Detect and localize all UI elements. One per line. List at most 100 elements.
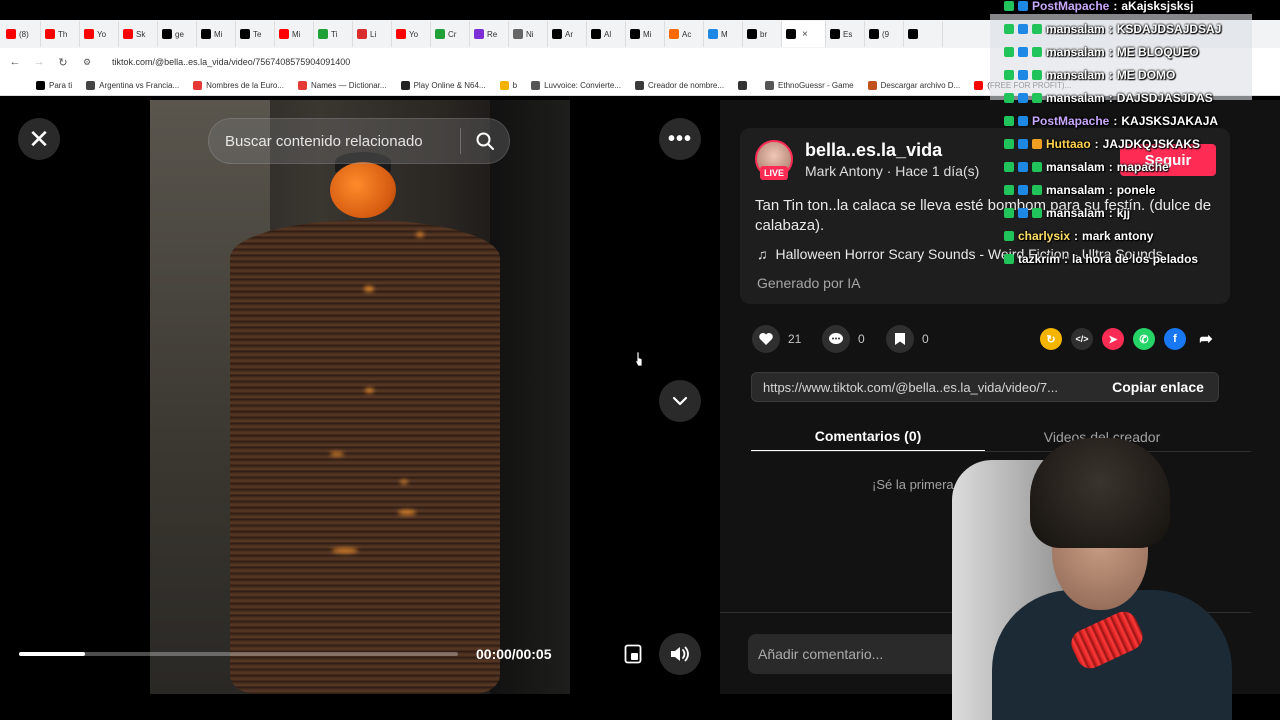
browser-tab[interactable]: Ni [509,21,548,47]
browser-tab[interactable]: br [743,21,782,47]
tab-label: Cr [448,29,457,39]
browser-tab[interactable]: Yo [392,21,431,47]
chat-badge-icon [1004,139,1014,149]
browser-tab[interactable]: Mi [275,21,314,47]
chat-badge-icon [1032,162,1042,172]
bookmark-icon [886,325,914,353]
browser-tab[interactable]: (8) [2,21,41,47]
browser-tab[interactable]: Yo [80,21,119,47]
video-time: 00:00/00:05 [476,646,552,662]
chat-badge-icon [1004,70,1014,80]
chat-message: charlysix: mark antony [1004,226,1153,246]
browser-tab[interactable]: Sk [119,21,158,47]
comment-button[interactable]: 0 [822,325,865,353]
chat-separator: : [1108,22,1113,36]
bookmark-label: Descargar archivo D... [880,81,961,90]
share-arrow-icon[interactable]: ➦ [1195,328,1217,350]
browser-tab[interactable] [904,21,943,47]
browser-tab[interactable]: Al [587,21,626,47]
author-subline: Mark Antony · Hace 1 día(s) [805,163,980,179]
chat-badge-icon [1018,1,1028,11]
related-search-box[interactable]: Buscar contenido relacionado [208,118,510,164]
chat-badge-icon [1018,24,1028,34]
bookmark-item[interactable] [738,81,751,90]
embed-icon[interactable]: </> [1071,328,1093,350]
send-icon[interactable]: ➤ [1102,328,1124,350]
tab-favicon-icon [669,29,679,39]
chat-separator: : [1113,0,1118,13]
tab-close-icon[interactable]: × [802,29,808,40]
share-link-text[interactable]: https://www.tiktok.com/@bella..es.la_vid… [763,380,1091,395]
facebook-icon[interactable]: f [1164,328,1186,350]
screen: (8) Th Yo Sk ge Mi Te Mi Ti Li Yo Cr Re Ni Ar Al Mi Ac Mbr… [0,0,1280,720]
chat-separator: : [1108,68,1113,82]
chat-badge-icon [1004,254,1014,264]
chat-text: aKajsksjsksj [1121,0,1194,13]
chat-nick: PostMapache [1032,0,1110,13]
bookmark-item[interactable]: Luvvoice: Convierte... [531,81,621,90]
browser-tab[interactable]: Ti [314,21,353,47]
browser-tab[interactable]: Cr [431,21,470,47]
browser-tab[interactable]: ge [158,21,197,47]
like-button[interactable]: 21 [752,325,801,353]
bookmark-favicon-icon [297,81,307,90]
bookmark-item[interactable]: Descargar archivo D... [867,81,961,90]
url-field[interactable]: tiktok.com/@bella..es.la_vida/video/7567… [112,57,350,67]
chat-text: ME DOMO [1116,68,1176,82]
whatsapp-icon[interactable]: ✆ [1133,328,1155,350]
repost-icon[interactable]: ↻ [1040,328,1062,350]
browser-tab[interactable]: Te [236,21,275,47]
site-info-icon[interactable]: ⚙ [80,55,94,69]
chat-badge-icon [1018,70,1028,80]
chat-text: ME BLOQUEO [1116,45,1199,59]
chat-badge-icon [1004,93,1014,103]
browser-tab[interactable]: (9 [865,21,904,47]
chat-nick: mansalam [1046,206,1105,220]
volume-button[interactable] [659,633,701,675]
browser-tab[interactable]: Ar [548,21,587,47]
bookmark-item[interactable]: Nombres de la Euro... [193,81,284,90]
more-options-button[interactable]: ••• [659,118,701,160]
copy-link-button[interactable]: Copiar enlace [1098,373,1218,401]
bookmark-item[interactable]: Argentina vs Francia... [86,81,179,90]
chat-text: ponele [1116,183,1156,197]
video-progress-bar[interactable] [19,652,458,656]
search-icon[interactable] [461,131,509,151]
browser-tab[interactable]: Mi [197,21,236,47]
chat-text: mapache [1116,160,1169,174]
browser-tab[interactable]: M [704,21,743,47]
author-username[interactable]: bella..es.la_vida [805,140,942,161]
tab-label: Mi [643,29,652,39]
reload-icon[interactable]: ↻ [56,55,70,69]
browser-tab[interactable]: × [782,21,826,47]
bookmark-item[interactable]: Play Online & N64... [400,81,486,90]
save-button[interactable]: 0 [886,325,929,353]
tab-label: Yo [409,29,419,39]
bookmark-item[interactable]: Names — Dictionar... [297,81,387,90]
mini-player-button[interactable] [613,638,653,670]
forward-icon[interactable]: → [32,55,46,69]
browser-tab[interactable]: Ac [665,21,704,47]
bookmark-item[interactable]: b [499,81,517,90]
browser-tab[interactable]: Es [826,21,865,47]
search-input[interactable]: Buscar contenido relacionado [225,133,460,150]
browser-tab[interactable]: Li [353,21,392,47]
tab-label: Re [487,29,498,39]
chat-separator: : [1074,229,1079,243]
bookmark-item[interactable]: Creador de nombre... [635,81,724,90]
bookmark-item[interactable]: Para ti [36,81,72,90]
tab-label: br [760,29,768,39]
next-video-button[interactable] [659,380,701,422]
chat-message: mansalam: DAJSDJASJDAS [1004,88,1213,108]
back-icon[interactable]: ← [8,55,22,69]
chat-nick: Huttaao [1046,137,1091,151]
chat-badge-icon [1004,208,1014,218]
browser-tab[interactable]: Mi [626,21,665,47]
close-button[interactable]: ✕ [18,118,60,160]
browser-tab[interactable]: Re [470,21,509,47]
chat-text: JAJDKQJSKAKS [1102,137,1201,151]
video-frame[interactable] [150,100,570,694]
bookmark-label: Para ti [49,81,73,90]
bookmark-item[interactable]: EthnoGuessr - Game [765,81,854,90]
browser-tab[interactable]: Th [41,21,80,47]
